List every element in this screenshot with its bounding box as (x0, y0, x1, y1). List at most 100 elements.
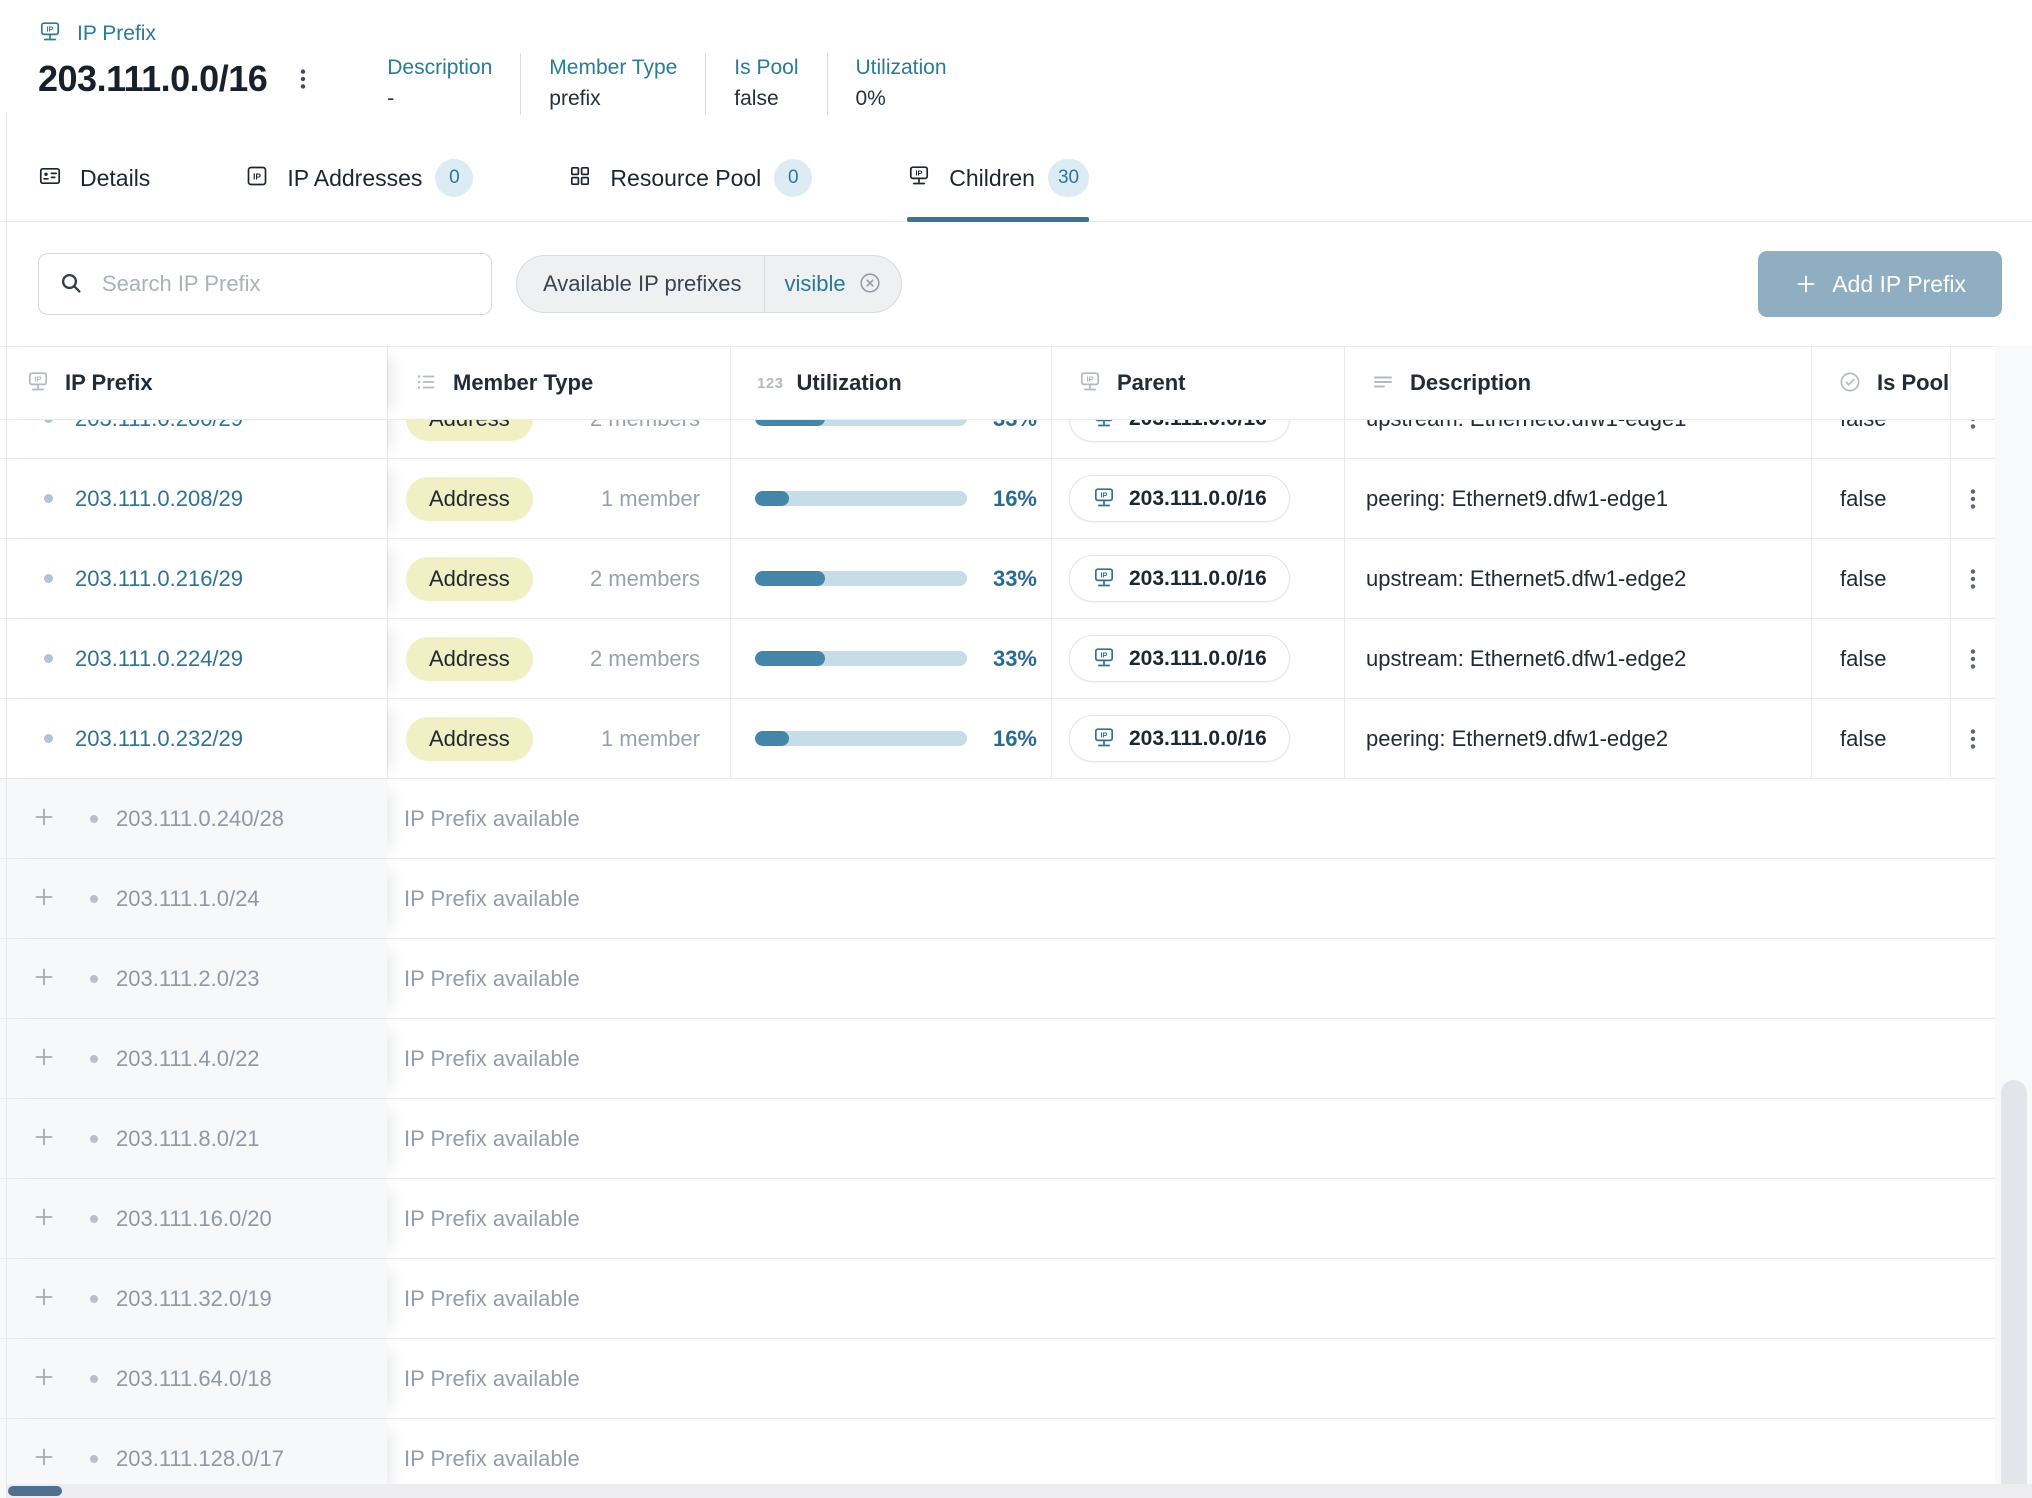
member-type-badge: Address (406, 717, 533, 761)
table-row-available: 203.111.32.0/19 IP Prefix available (0, 1259, 1995, 1339)
filter-chip-label: Available IP prefixes (517, 271, 764, 297)
status-dot (90, 1295, 98, 1303)
column-header-parent[interactable]: Parent (1051, 347, 1344, 419)
close-circle-icon (858, 271, 885, 298)
table-row-available: 203.111.8.0/21 IP Prefix available (0, 1099, 1995, 1179)
table-row-available: 203.111.1.0/24 IP Prefix available (0, 859, 1995, 939)
row-menu-button[interactable] (1953, 559, 1993, 599)
plus-icon (32, 1365, 60, 1393)
parent-link[interactable]: 203.111.0.0/16 (1069, 555, 1290, 602)
row-menu-button[interactable] (1953, 639, 1993, 679)
utilization-percent: 16% (993, 486, 1037, 512)
column-header-ip-prefix[interactable]: IP Prefix (0, 347, 387, 419)
available-note: IP Prefix available (387, 1179, 1995, 1258)
column-header-is-pool[interactable]: Is Pool (1811, 347, 1950, 419)
tab-count-badge: 0 (774, 159, 812, 197)
available-prefix: 203.111.4.0/22 (116, 1046, 260, 1072)
expand-plus-button[interactable] (28, 1121, 64, 1157)
expand-plus-button[interactable] (28, 1201, 64, 1237)
member-type-badge: Address (406, 477, 533, 521)
status-dot (44, 494, 53, 503)
tab-resource-pool[interactable]: Resource Pool 0 (568, 159, 812, 221)
summary-description: Description - (359, 53, 520, 115)
column-header-member-type[interactable]: Member Type (387, 347, 730, 419)
ip-network-icon (1078, 370, 1104, 396)
prefix-link[interactable]: 203.111.0.224/29 (75, 646, 243, 672)
status-dot (90, 815, 98, 823)
expand-plus-button[interactable] (28, 881, 64, 917)
row-menu-button[interactable] (1953, 479, 1993, 519)
status-dot (44, 654, 53, 663)
plus-icon (32, 805, 60, 833)
available-prefix: 203.111.32.0/19 (116, 1286, 272, 1312)
member-type-badge: Address (406, 637, 533, 681)
ip-network-icon (26, 370, 52, 396)
filter-chip: Available IP prefixes visible (516, 255, 902, 313)
expand-plus-button[interactable] (28, 1281, 64, 1317)
available-note: IP Prefix available (387, 859, 1995, 938)
parent-link[interactable]: 203.111.0.0/16 (1069, 475, 1290, 522)
available-prefix: 203.111.16.0/20 (116, 1206, 272, 1232)
page-actions-menu-button[interactable] (285, 61, 321, 100)
utilization-percent: 33% (993, 646, 1037, 672)
parent-link[interactable]: 203.111.0.0/16 (1069, 635, 1290, 682)
column-header-description[interactable]: Description (1344, 347, 1811, 419)
status-dot (90, 1375, 98, 1383)
table-row-available: 203.111.0.240/28 IP Prefix available (0, 779, 1995, 859)
available-note: IP Prefix available (387, 939, 1995, 1018)
vertical-scrollbar-thumb[interactable] (2001, 1080, 2027, 1498)
status-dot (90, 1215, 98, 1223)
add-ip-prefix-button[interactable]: Add IP Prefix (1758, 251, 2002, 317)
panel-left-border (6, 112, 7, 1498)
available-note: IP Prefix available (387, 1339, 1995, 1418)
search-box (38, 253, 492, 315)
check-circle-icon (1838, 370, 1864, 396)
expand-plus-button[interactable] (28, 1041, 64, 1077)
status-dot (90, 1135, 98, 1143)
column-header-utilization[interactable]: 123 Utilization (730, 347, 1051, 419)
table-row: 203.111.0.232/29 Address1 member 16% 203… (0, 699, 1995, 779)
available-note: IP Prefix available (387, 1259, 1995, 1338)
row-menu-button[interactable] (1953, 719, 1993, 759)
tab-details[interactable]: Details (38, 159, 150, 221)
expand-plus-button[interactable] (28, 1441, 64, 1477)
horizontal-scrollbar-thumb[interactable] (8, 1486, 62, 1496)
available-prefix: 203.111.8.0/21 (116, 1126, 260, 1152)
status-dot (90, 895, 98, 903)
tab-count-badge: 30 (1048, 159, 1089, 197)
card-icon (38, 164, 67, 193)
tab-ip-addresses[interactable]: IP Addresses 0 (245, 159, 473, 221)
prefix-link[interactable]: 203.111.0.216/29 (75, 566, 243, 592)
tab-bar: Details IP Addresses 0 Resource Pool 0 C… (0, 129, 2032, 222)
prefix-link[interactable]: 203.111.0.208/29 (75, 486, 243, 512)
kebab-icon (1961, 487, 1985, 511)
prefix-link[interactable]: 203.111.0.232/29 (75, 726, 243, 752)
plus-icon (32, 1125, 60, 1153)
grid-icon (568, 164, 597, 193)
ip-network-icon (1092, 726, 1117, 751)
summary-member-type: Member Type prefix (520, 53, 705, 115)
plus-icon (32, 885, 60, 913)
expand-plus-button[interactable] (28, 961, 64, 997)
table-row-available: 203.111.64.0/18 IP Prefix available (0, 1339, 1995, 1419)
plus-icon (32, 1205, 60, 1233)
available-prefix: 203.111.2.0/23 (116, 966, 260, 992)
filter-remove-button[interactable] (858, 271, 901, 298)
tab-children[interactable]: Children 30 (907, 159, 1089, 221)
ip-network-icon (1092, 566, 1117, 591)
expand-plus-button[interactable] (28, 801, 64, 837)
table-row-available: 203.111.16.0/20 IP Prefix available (0, 1179, 1995, 1259)
is-pool-cell: false (1811, 699, 1950, 778)
search-input[interactable] (102, 271, 471, 297)
search-icon (59, 271, 86, 298)
available-prefix: 203.111.64.0/18 (116, 1366, 272, 1392)
summary-strip: Description - Member Type prefix Is Pool… (359, 53, 974, 115)
parent-link[interactable]: 203.111.0.0/16 (1069, 715, 1290, 762)
table-body: 203.111.0.200/29 Address2 members 33% 20… (0, 379, 2032, 1498)
kebab-icon (1961, 647, 1985, 671)
ip-network-icon (1092, 486, 1117, 511)
ip-box-icon (245, 164, 274, 193)
text-lines-icon (1371, 370, 1397, 396)
expand-plus-button[interactable] (28, 1361, 64, 1397)
tab-count-badge: 0 (435, 159, 473, 197)
